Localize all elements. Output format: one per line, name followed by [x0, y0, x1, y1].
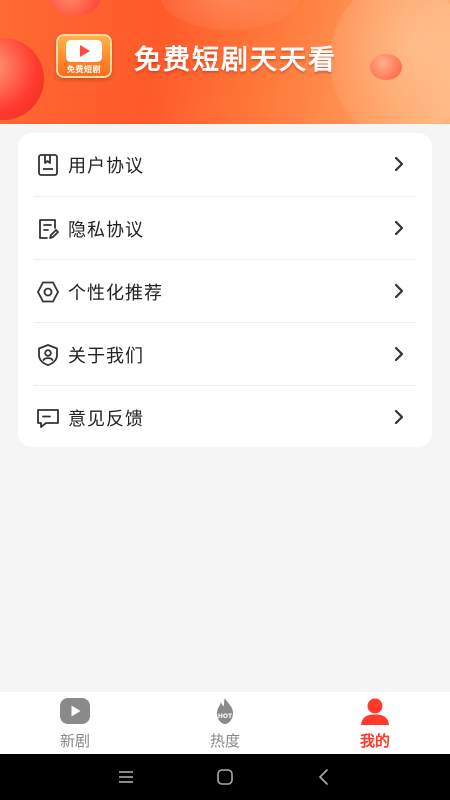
play-icon	[60, 698, 90, 724]
gear-icon	[34, 278, 62, 306]
shield-user-icon	[34, 341, 62, 369]
menu-item-privacy-agreement[interactable]: 隐私协议	[34, 197, 416, 260]
edit-document-icon	[34, 215, 62, 243]
banner-title: 免费短剧天天看	[134, 45, 337, 76]
menu-icon[interactable]	[115, 766, 137, 788]
decor-ball	[50, 0, 100, 16]
chevron-right-icon	[394, 346, 404, 362]
tab-hot[interactable]: HOT 热度	[150, 692, 300, 754]
menu-item-label: 用户协议	[68, 155, 144, 177]
tab-label: 新剧	[59, 732, 90, 750]
document-icon	[34, 151, 62, 179]
app-logo: 免费短剧	[56, 34, 112, 78]
home-icon[interactable]	[214, 766, 236, 788]
header-banner: 免费短剧 免费短剧天天看	[0, 0, 450, 124]
tab-new-drama[interactable]: 新剧	[0, 692, 150, 754]
svg-text:HOT: HOT	[218, 713, 233, 720]
chevron-right-icon	[394, 220, 404, 236]
menu-item-personalized-recommendation[interactable]: 个性化推荐	[34, 260, 416, 323]
menu-item-label: 隐私协议	[68, 219, 144, 241]
user-icon	[361, 698, 389, 725]
tab-mine[interactable]: 我的	[300, 692, 450, 754]
feedback-message-icon	[34, 404, 62, 432]
settings-menu-card: 用户协议 隐私协议 个性化推荐 关于我们 意见反馈	[18, 133, 432, 447]
menu-item-about-us[interactable]: 关于我们	[34, 323, 416, 386]
play-icon	[66, 40, 102, 62]
menu-item-label: 个性化推荐	[68, 282, 163, 304]
logo-text: 免费短剧	[67, 65, 101, 74]
system-nav-bar	[0, 754, 450, 800]
menu-item-label: 关于我们	[68, 345, 144, 367]
chevron-right-icon	[394, 409, 404, 425]
tab-label: 我的	[359, 732, 390, 750]
menu-item-label: 意见反馈	[68, 408, 144, 430]
chevron-right-icon	[394, 156, 404, 172]
menu-item-user-agreement[interactable]: 用户协议	[34, 133, 416, 196]
decor-ball	[370, 54, 402, 80]
hot-flame-icon: HOT	[217, 698, 233, 724]
decor-ball	[0, 38, 44, 120]
decor-blob	[160, 0, 300, 30]
bottom-tab-bar: 新剧 HOT 热度 我的	[0, 692, 450, 754]
menu-item-feedback[interactable]: 意见反馈	[34, 386, 416, 449]
back-icon[interactable]	[313, 766, 335, 788]
chevron-right-icon	[394, 283, 404, 299]
tab-label: 热度	[209, 732, 240, 750]
